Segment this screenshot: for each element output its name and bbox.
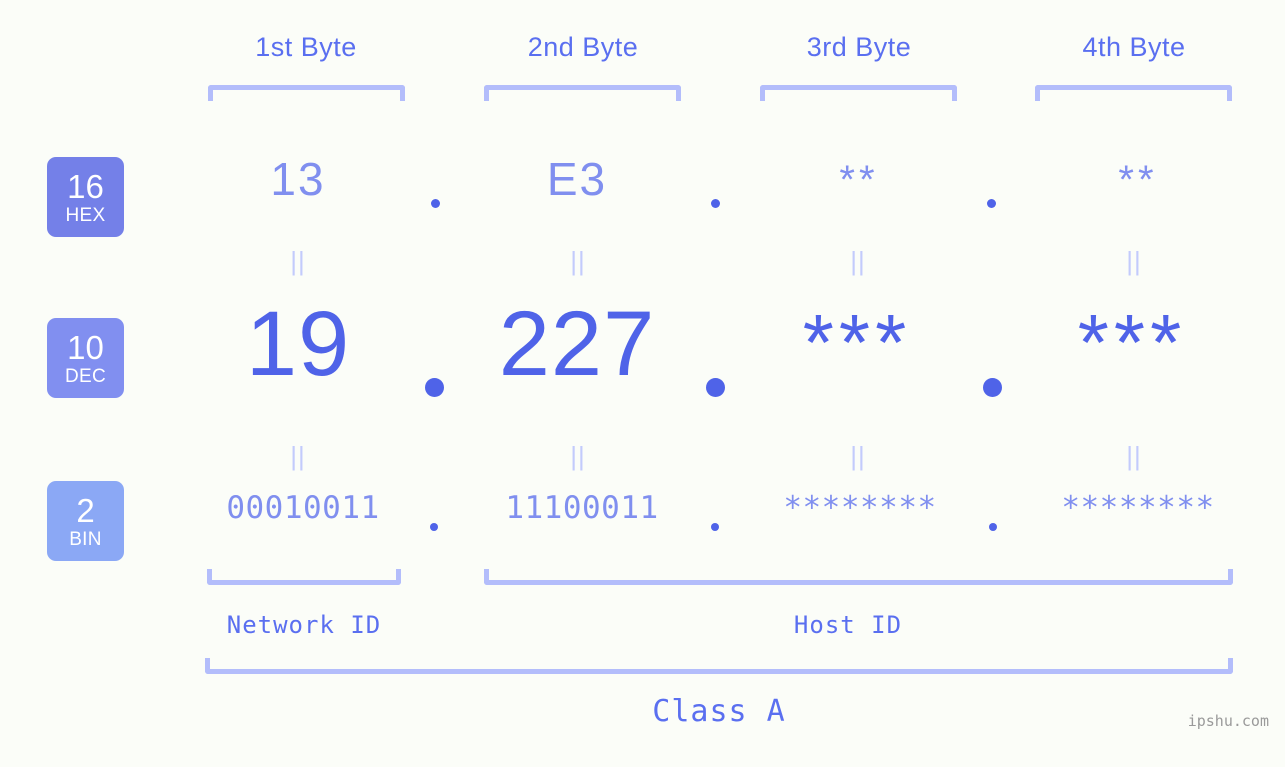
radix-badge-hex: 16 HEX <box>47 157 124 237</box>
byte-bracket-3 <box>760 85 957 101</box>
equals-mark-decbin-2: || <box>570 441 586 471</box>
hex-octet-2: E3 <box>546 153 608 205</box>
hex-octet-4: ** <box>1118 158 1158 202</box>
bin-separator-dot-1 <box>430 523 438 531</box>
hex-separator-dot-3 <box>987 199 996 208</box>
dec-separator-dot-1 <box>425 378 444 397</box>
equals-mark-hexdec-2: || <box>570 246 586 276</box>
host-id-label: Host ID <box>793 611 903 639</box>
bin-separator-dot-2 <box>711 523 719 531</box>
radix-badge-hex-name: HEX <box>65 204 106 226</box>
bin-octet-2: 11100011 <box>505 490 659 526</box>
hex-separator-dot-2 <box>711 199 720 208</box>
hex-octet-1: 13 <box>270 153 326 205</box>
dec-octet-3: *** <box>802 298 912 387</box>
class-label: Class A <box>652 694 786 729</box>
dec-octet-4: *** <box>1077 298 1187 387</box>
bin-octet-4: ******** <box>1061 490 1215 526</box>
class-bracket <box>205 658 1233 674</box>
network-id-bracket <box>207 569 401 585</box>
radix-badge-bin-name: BIN <box>69 528 102 550</box>
equals-mark-decbin-4: || <box>1126 441 1142 471</box>
equals-mark-hexdec-3: || <box>850 246 866 276</box>
byte-bracket-2 <box>484 85 681 101</box>
dec-octet-2: 227 <box>498 293 656 395</box>
byte-header-1: 1st Byte <box>255 32 357 62</box>
radix-badge-dec: 10 DEC <box>47 318 124 398</box>
radix-badge-bin: 2 BIN <box>47 481 124 561</box>
network-id-label: Network ID <box>226 611 382 639</box>
ip-breakdown-canvas: 1st Byte 2nd Byte 3rd Byte 4th Byte 16 H… <box>0 0 1285 767</box>
byte-header-4: 4th Byte <box>1082 32 1186 62</box>
equals-mark-hexdec-1: || <box>290 246 306 276</box>
bin-separator-dot-3 <box>989 523 997 531</box>
hex-octet-3: ** <box>839 158 879 202</box>
radix-badge-dec-number: 10 <box>67 328 104 366</box>
dec-separator-dot-3 <box>983 378 1002 397</box>
byte-bracket-1 <box>208 85 405 101</box>
dec-octet-1: 19 <box>245 293 351 395</box>
host-id-bracket <box>484 569 1233 585</box>
radix-badge-dec-name: DEC <box>64 365 106 387</box>
equals-mark-hexdec-4: || <box>1126 246 1142 276</box>
byte-header-3: 3rd Byte <box>806 32 912 62</box>
bin-octet-3: ******** <box>783 490 937 526</box>
dec-separator-dot-2 <box>706 378 725 397</box>
byte-header-2: 2nd Byte <box>527 32 639 62</box>
byte-bracket-4 <box>1035 85 1232 101</box>
equals-mark-decbin-1: || <box>290 441 306 471</box>
bin-octet-1: 00010011 <box>226 490 380 526</box>
radix-badge-hex-number: 16 <box>67 167 104 205</box>
equals-mark-decbin-3: || <box>850 441 866 471</box>
site-watermark: ipshu.com <box>1187 712 1269 730</box>
radix-badge-bin-number: 2 <box>76 491 95 529</box>
hex-separator-dot-1 <box>431 199 440 208</box>
